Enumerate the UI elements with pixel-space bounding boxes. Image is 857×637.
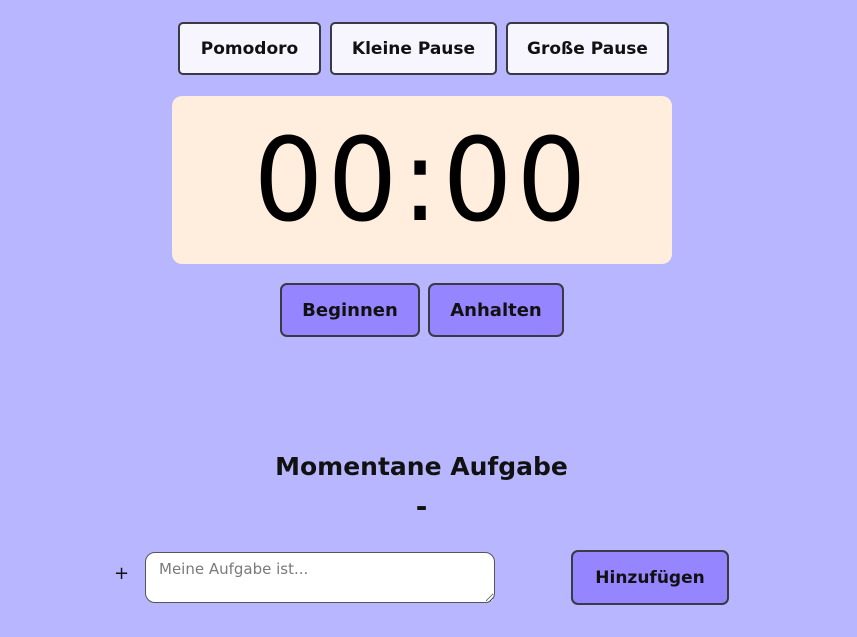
current-task-value: -: [415, 490, 428, 523]
pomodoro-button[interactable]: Pomodoro: [178, 22, 321, 75]
timer-readout: 00:00: [253, 112, 591, 248]
stop-button[interactable]: Anhalten: [428, 283, 564, 337]
short-break-button[interactable]: Kleine Pause: [330, 22, 497, 75]
timer-controls: Beginnen Anhalten: [280, 283, 564, 337]
add-task-button[interactable]: Hinzufügen: [571, 550, 729, 605]
task-input[interactable]: [145, 552, 495, 603]
start-button[interactable]: Beginnen: [280, 283, 420, 337]
timer-display: 00:00: [172, 96, 672, 264]
mode-selector: Pomodoro Kleine Pause Große Pause: [178, 22, 669, 75]
long-break-button[interactable]: Große Pause: [506, 22, 669, 75]
plus-icon: +: [114, 563, 130, 584]
current-task-heading: Momentane Aufgabe: [275, 452, 568, 481]
